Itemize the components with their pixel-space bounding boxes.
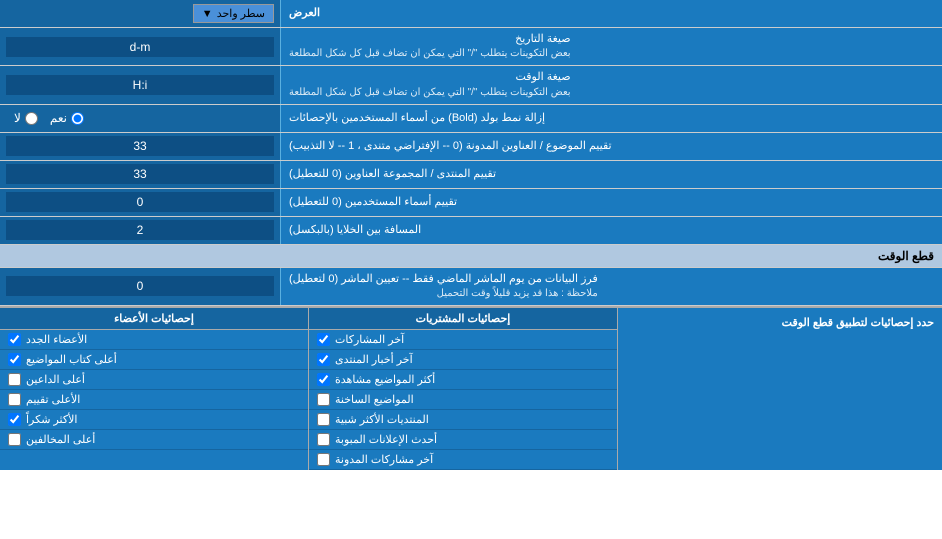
limit-title: حدد إحصائيات لتطبيق قطع الوقت <box>626 316 934 329</box>
check-most-viewed[interactable] <box>317 373 330 386</box>
date-format-input[interactable] <box>6 37 274 57</box>
list-item: الأعضاء الجدد <box>0 330 308 350</box>
check-hot-topics[interactable] <box>317 393 330 406</box>
list-item: أعلى المخالفين <box>0 430 308 450</box>
bold-remove-label: إزالة نمط بولد (Bold) من أسماء المستخدمي… <box>280 105 942 132</box>
usernames-order-label: تقييم أسماء المستخدمين (0 للتعطيل) <box>280 189 942 216</box>
forum-order-input[interactable] <box>6 164 274 184</box>
time-format-label: صيغة الوقت بعض التكوينات يتطلب "/" التي … <box>280 66 942 103</box>
dropdown-icon: ▼ <box>202 8 213 20</box>
list-item: أعلى الداعين <box>0 370 308 390</box>
time-format-input[interactable] <box>6 75 274 95</box>
check-top-violators[interactable] <box>8 433 21 446</box>
cut-time-input[interactable] <box>6 276 274 296</box>
header-label: العرض <box>280 0 942 27</box>
list-item: أحدث الإعلانات المبوبة <box>309 430 617 450</box>
cut-time-header: قطع الوقت <box>0 245 942 268</box>
check-top-posters[interactable] <box>8 353 21 366</box>
check-top-rated[interactable] <box>8 393 21 406</box>
checkbox-col-1-header: إحصائيات المشتريات <box>309 308 617 330</box>
list-item: المواضيع الساخنة <box>309 390 617 410</box>
cell-distance-label: المسافة بين الخلايا (بالبكسل) <box>280 217 942 244</box>
list-item: أعلى كتاب المواضيع <box>0 350 308 370</box>
dropdown-label: سطر واحد <box>217 7 265 20</box>
list-item: أكثر المواضيع مشاهدة <box>309 370 617 390</box>
list-item: آخر أخبار المنتدى <box>309 350 617 370</box>
forum-order-label: تقييم المنتدى / المجموعة العناوين (0 للت… <box>280 161 942 188</box>
radio-yes[interactable]: نعم <box>50 111 84 125</box>
check-last-posts[interactable] <box>317 333 330 346</box>
checkbox-col-1: إحصائيات المشتريات آخر المشاركات آخر أخب… <box>308 308 617 470</box>
list-item: المنتديات الأكثر شبية <box>309 410 617 430</box>
cell-distance-input[interactable] <box>6 220 274 240</box>
usernames-order-input[interactable] <box>6 192 274 212</box>
radio-no[interactable]: لا <box>14 111 38 125</box>
check-popular-forums[interactable] <box>317 413 330 426</box>
list-item: آخر المشاركات <box>309 330 617 350</box>
check-top-inviters[interactable] <box>8 373 21 386</box>
check-new-members[interactable] <box>8 333 21 346</box>
cut-time-label: فرز البيانات من يوم الماشر الماضي فقط --… <box>280 268 942 305</box>
check-most-thanked[interactable] <box>8 413 21 426</box>
list-item: الأعلى تقييم <box>0 390 308 410</box>
display-dropdown[interactable]: سطر واحد ▼ <box>193 4 274 23</box>
date-format-label: صيغة التاريخ بعض التكوينات يتطلب "/" الت… <box>280 28 942 65</box>
list-item: الأكثر شكراً <box>0 410 308 430</box>
check-last-news[interactable] <box>317 353 330 366</box>
checkbox-col-2-header: إحصائيات الأعضاء <box>0 308 308 330</box>
list-item: آخر مشاركات المدونة <box>309 450 617 470</box>
limit-section: حدد إحصائيات لتطبيق قطع الوقت <box>617 308 942 470</box>
topic-order-label: تقييم الموضوع / العناوين المدونة (0 -- ا… <box>280 133 942 160</box>
topic-order-input[interactable] <box>6 136 274 156</box>
check-last-blog-posts[interactable] <box>317 453 330 466</box>
checkbox-col-2: إحصائيات الأعضاء الأعضاء الجدد أعلى كتاب… <box>0 308 308 470</box>
check-latest-ads[interactable] <box>317 433 330 446</box>
